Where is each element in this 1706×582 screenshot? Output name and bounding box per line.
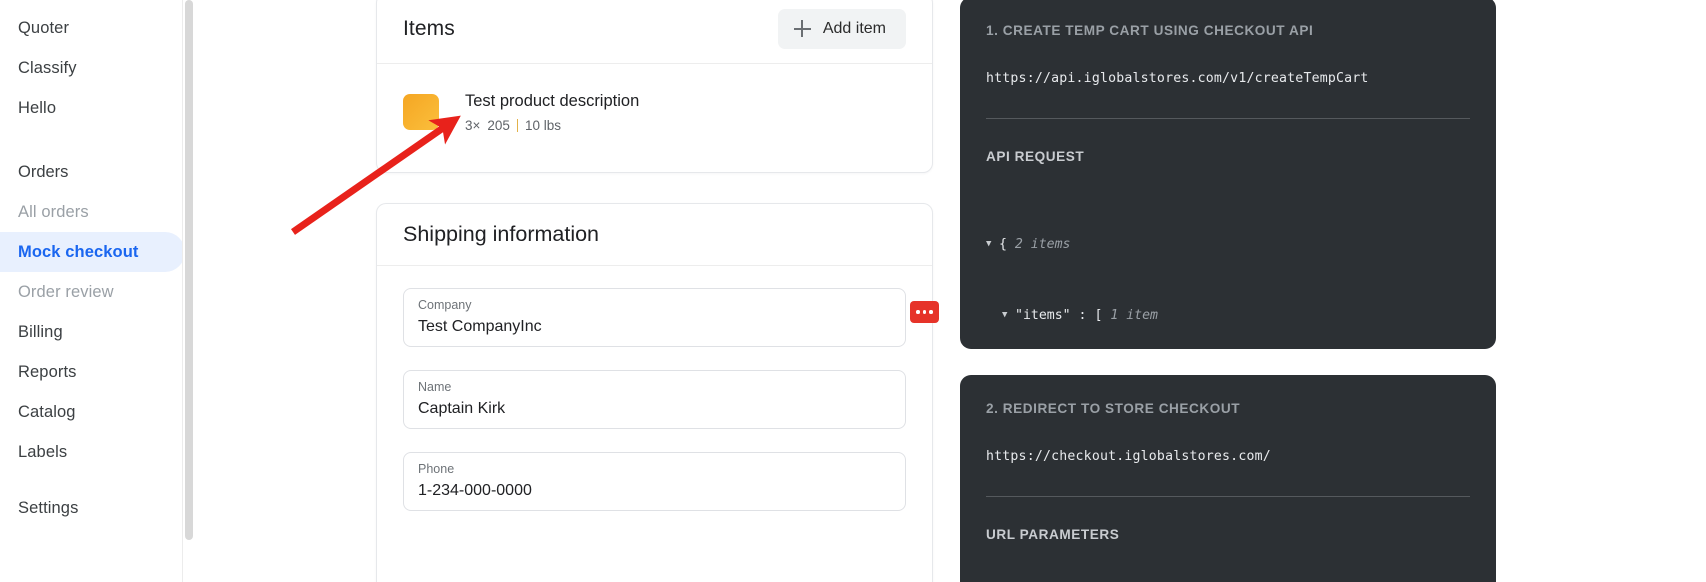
divider xyxy=(986,118,1470,119)
sidebar-item-label: Labels xyxy=(18,442,68,461)
sidebar-item-all-orders[interactable]: All orders xyxy=(0,192,185,232)
step-2-url: https://checkout.iglobalstores.com/ xyxy=(986,449,1271,464)
product-weight: 10 lbs xyxy=(524,117,561,133)
sidebar-item-label: Order review xyxy=(18,282,114,301)
api-request-label: API REQUEST xyxy=(986,149,1085,164)
json-items-open: [ xyxy=(1094,307,1103,323)
api-steps-column: 1. CREATE TEMP CART USING CHECKOUT API h… xyxy=(960,0,1500,582)
dot-3 xyxy=(929,310,933,314)
sidebar-item-catalog[interactable]: Catalog xyxy=(0,392,185,432)
product-meta: 3× 205 10 lbs xyxy=(465,118,639,133)
product-info: Test product description 3× 205 10 lbs xyxy=(465,92,639,133)
dot-1 xyxy=(916,310,920,314)
company-field-value: Test CompanyInc xyxy=(418,318,542,336)
sidebar-item-hello[interactable]: Hello xyxy=(0,88,185,128)
json-items-key: "items" xyxy=(1015,307,1071,323)
url-parameters-label: URL PARAMETERS xyxy=(986,527,1120,542)
sidebar-item-order-review[interactable]: Order review xyxy=(0,272,185,312)
shipping-card-header: Shipping information xyxy=(377,204,932,266)
sidebar-item-classify[interactable]: Classify xyxy=(0,48,185,88)
json-root-row[interactable]: ▼{ 2 items xyxy=(986,233,1470,257)
json-root-brace: { xyxy=(999,237,1007,252)
sidebar-item-settings[interactable]: Settings xyxy=(0,488,185,528)
sidebar: Quoter Classify Hello Orders All orders … xyxy=(0,0,195,582)
api-step-2-panel: 2. REDIRECT TO STORE CHECKOUT https://ch… xyxy=(960,375,1496,582)
more-options-icon[interactable] xyxy=(910,301,939,323)
sidebar-scrollbar[interactable] xyxy=(182,0,195,582)
meta-separator xyxy=(516,118,518,132)
sidebar-section-label: Orders xyxy=(18,162,69,181)
json-items-row[interactable]: ▼ "items" : [ 1 item xyxy=(986,304,1470,328)
product-thumbnail[interactable] xyxy=(403,94,439,130)
sidebar-item-reports[interactable]: Reports xyxy=(0,352,185,392)
sidebar-item-label: Settings xyxy=(18,498,79,517)
shipping-fields: Company Test CompanyInc Name Captain Kir… xyxy=(377,266,939,511)
step-1-url: https://api.iglobalstores.com/v1/createT… xyxy=(986,71,1369,86)
company-field-label: Company xyxy=(418,298,472,312)
sidebar-item-label: Billing xyxy=(18,322,63,341)
chevron-down-icon[interactable]: ▼ xyxy=(986,233,999,257)
main-content: Items Add item Test product description … xyxy=(195,0,1706,582)
sidebar-scrollbar-thumb[interactable] xyxy=(185,0,193,540)
phone-field-label: Phone xyxy=(418,462,455,476)
api-step-1-panel: 1. CREATE TEMP CART USING CHECKOUT API h… xyxy=(960,0,1496,534)
app-root: Quoter Classify Hello Orders All orders … xyxy=(0,0,1706,582)
name-field-label: Name xyxy=(418,380,452,394)
page-title: Items xyxy=(403,16,455,40)
sidebar-section-orders[interactable]: Orders xyxy=(0,152,195,192)
sidebar-item-quoter[interactable]: Quoter xyxy=(0,8,185,48)
json-root-count: 2 items xyxy=(1014,237,1071,252)
step-1-heading: 1. CREATE TEMP CART USING CHECKOUT API xyxy=(986,23,1314,38)
sidebar-item-label: All orders xyxy=(18,202,89,221)
sidebar-item-billing[interactable]: Billing xyxy=(0,312,185,352)
items-card-header: Items Add item xyxy=(377,0,932,64)
sidebar-item-mock-checkout[interactable]: Mock checkout xyxy=(0,232,185,272)
dot-2 xyxy=(922,310,927,314)
sidebar-item-label: Reports xyxy=(18,362,77,381)
sidebar-item-label: Classify xyxy=(18,58,77,77)
product-name: Test product description xyxy=(465,92,640,110)
product-price: 205 xyxy=(487,117,510,133)
phone-field[interactable]: Phone 1-234-000-0000 xyxy=(403,452,906,511)
product-quantity: 3× xyxy=(465,117,481,133)
shipping-information-card: Shipping information Company Test Compan… xyxy=(376,203,939,582)
divider xyxy=(986,496,1470,497)
sidebar-item-labels[interactable]: Labels xyxy=(0,432,185,472)
sidebar-item-label: Mock checkout xyxy=(18,242,139,261)
name-field-value: Captain Kirk xyxy=(418,400,506,418)
add-item-button[interactable]: Add item xyxy=(777,8,906,49)
json-colon: : xyxy=(1078,307,1087,323)
json-items-count: 1 item xyxy=(1110,307,1158,323)
company-field[interactable]: Company Test CompanyInc xyxy=(403,288,939,347)
item-list-item[interactable]: Test product description 3× 205 10 lbs xyxy=(377,64,932,133)
sidebar-item-label: Catalog xyxy=(18,402,76,421)
sidebar-item-label: Quoter xyxy=(18,18,70,37)
step-2-heading: 2. REDIRECT TO STORE CHECKOUT xyxy=(986,401,1241,416)
shipping-title: Shipping information xyxy=(403,222,600,246)
name-field[interactable]: Name Captain Kirk xyxy=(403,370,906,429)
phone-field-value: 1-234-000-0000 xyxy=(418,482,532,500)
plus-icon xyxy=(793,20,811,37)
items-card: Items Add item Test product description … xyxy=(376,0,933,173)
add-item-label: Add item xyxy=(822,19,886,37)
sidebar-item-label: Hello xyxy=(18,98,57,117)
chevron-down-icon[interactable]: ▼ xyxy=(1002,304,1015,328)
